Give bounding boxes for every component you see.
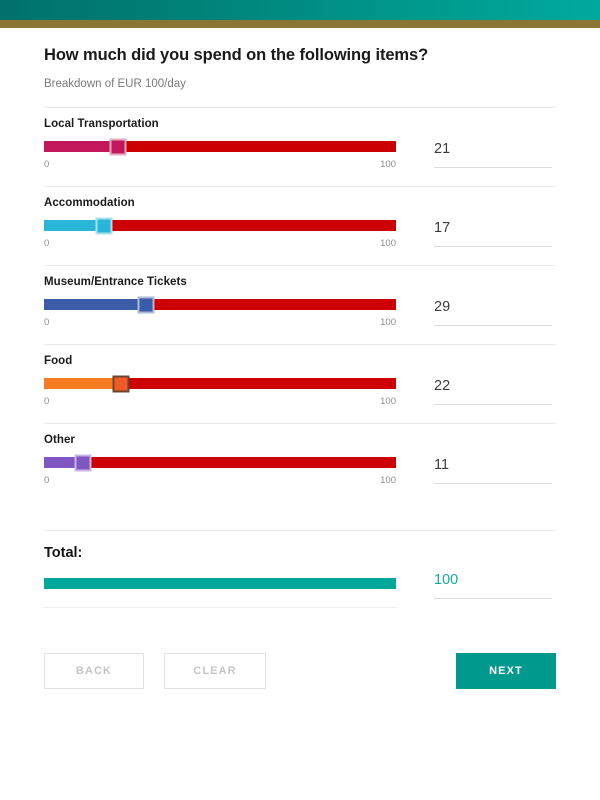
value-col: 29 xyxy=(396,299,556,326)
total-value-text: 100 xyxy=(434,572,459,588)
back-button[interactable]: BACK xyxy=(44,653,144,689)
slider-fill xyxy=(44,378,122,389)
slider-list: Local Transportation 0 100 21 Accommodation 0… xyxy=(44,107,556,486)
total-row: 100 xyxy=(44,572,556,608)
slider-scale: 0 100 xyxy=(44,396,396,407)
slider-scale: 0 100 xyxy=(44,317,396,328)
total-label: Total: xyxy=(44,545,83,561)
slider-col: 0 100 xyxy=(44,296,396,328)
slider-thumb[interactable] xyxy=(137,296,155,313)
next-button[interactable]: NEXT xyxy=(456,653,556,689)
slider-group: Other 0 100 11 xyxy=(44,423,556,486)
slider-thumb[interactable] xyxy=(112,375,130,392)
value-text: 17 xyxy=(434,220,451,236)
slider-min-label: 0 xyxy=(44,396,50,407)
slider-thumb[interactable] xyxy=(109,138,127,155)
total-section: Total: 100 xyxy=(44,530,556,608)
value-field[interactable]: 21 xyxy=(434,141,552,168)
clear-button[interactable]: CLEAR xyxy=(164,653,266,689)
slider-label: Food xyxy=(44,355,73,367)
slider-track[interactable] xyxy=(44,375,396,392)
status-bar xyxy=(0,0,600,20)
slider-row: 0 100 17 xyxy=(44,217,556,249)
slider-scale: 0 100 xyxy=(44,475,396,486)
app-window: How much did you spend on the following … xyxy=(0,0,600,800)
slider-min-label: 0 xyxy=(44,159,50,170)
slider-track[interactable] xyxy=(44,454,396,471)
total-divider xyxy=(44,607,396,608)
slider-max-label: 100 xyxy=(380,317,396,328)
slider-col: 0 100 xyxy=(44,375,396,407)
slider-col: 0 100 xyxy=(44,138,396,170)
slider-group: Local Transportation 0 100 21 xyxy=(44,107,556,170)
total-value-field[interactable]: 100 xyxy=(434,572,552,599)
slider-col: 0 100 xyxy=(44,454,396,486)
slider-label: Museum/Entrance Tickets xyxy=(44,276,187,288)
slider-min-label: 0 xyxy=(44,475,50,486)
slider-group: Accommodation 0 100 17 xyxy=(44,186,556,249)
slider-scale: 0 100 xyxy=(44,159,396,170)
slider-row: 0 100 11 xyxy=(44,454,556,486)
slider-min-label: 0 xyxy=(44,238,50,249)
footer-buttons: BACK CLEAR NEXT xyxy=(44,653,556,689)
value-col: 11 xyxy=(396,457,556,484)
slider-track[interactable] xyxy=(44,296,396,313)
value-col: 22 xyxy=(396,378,556,405)
slider-thumb[interactable] xyxy=(95,217,113,234)
slider-row: 0 100 29 xyxy=(44,296,556,328)
value-field[interactable]: 22 xyxy=(434,378,552,405)
value-field[interactable]: 29 xyxy=(434,299,552,326)
slider-fill xyxy=(44,299,147,310)
slider-label: Accommodation xyxy=(44,197,135,209)
value-field[interactable]: 17 xyxy=(434,220,552,247)
slider-scale: 0 100 xyxy=(44,238,396,249)
slider-track[interactable] xyxy=(44,138,396,155)
slider-track[interactable] xyxy=(44,217,396,234)
slider-col: 0 100 xyxy=(44,217,396,249)
slider-min-label: 0 xyxy=(44,317,50,328)
slider-max-label: 100 xyxy=(380,475,396,486)
value-text: 29 xyxy=(434,299,451,315)
value-text: 21 xyxy=(434,141,451,157)
slider-max-label: 100 xyxy=(380,159,396,170)
slider-group: Food 0 100 22 xyxy=(44,344,556,407)
slider-max-label: 100 xyxy=(380,238,396,249)
total-bar-col xyxy=(44,578,396,608)
slider-group: Museum/Entrance Tickets 0 100 29 xyxy=(44,265,556,328)
slider-max-label: 100 xyxy=(380,396,396,407)
page-content: How much did you spend on the following … xyxy=(0,46,600,689)
value-text: 11 xyxy=(434,457,450,473)
slider-label: Other xyxy=(44,434,75,446)
slider-label: Local Transportation xyxy=(44,118,159,130)
value-field[interactable]: 11 xyxy=(434,457,552,484)
slider-row: 0 100 21 xyxy=(44,138,556,170)
page-subtitle: Breakdown of EUR 100/day xyxy=(44,78,186,90)
slider-row: 0 100 22 xyxy=(44,375,556,407)
value-text: 22 xyxy=(434,378,451,394)
total-progress-bar xyxy=(44,578,396,589)
value-col: 21 xyxy=(396,141,556,168)
total-value-col: 100 xyxy=(396,572,556,599)
accent-bar xyxy=(0,20,600,28)
slider-thumb[interactable] xyxy=(74,454,92,471)
value-col: 17 xyxy=(396,220,556,247)
page-title: How much did you spend on the following … xyxy=(44,46,429,64)
slider-fill xyxy=(44,141,118,152)
